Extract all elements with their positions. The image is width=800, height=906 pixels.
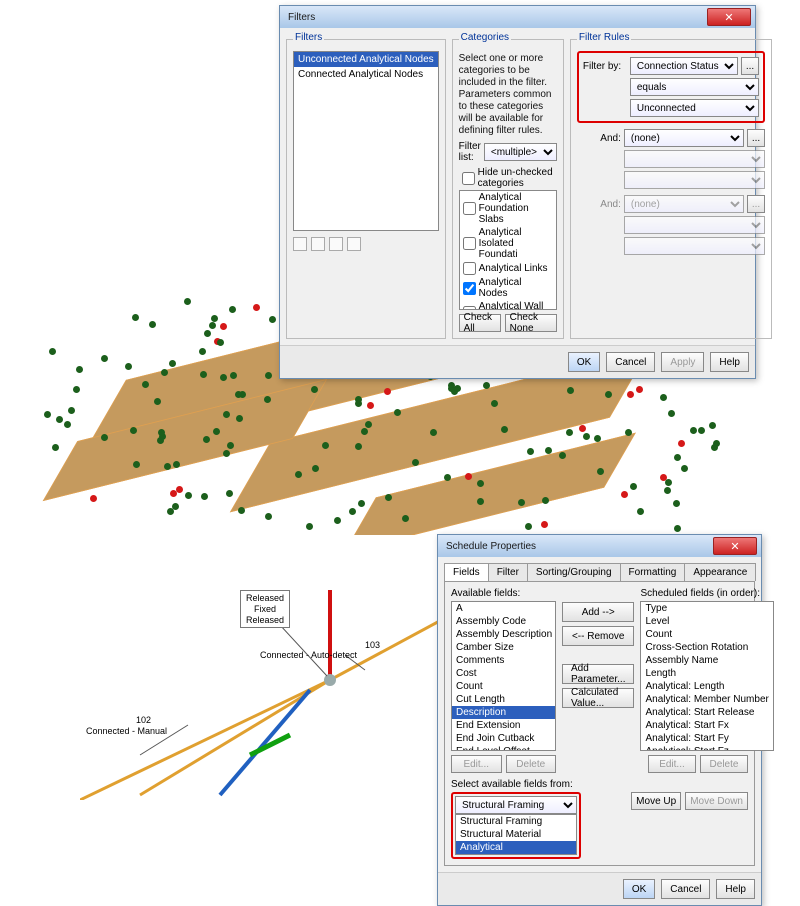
calculated-value-button[interactable]: Calculated Value... xyxy=(562,688,634,708)
filter-by-more-button[interactable]: ... xyxy=(741,57,759,75)
move-down-button: Move Down xyxy=(685,792,748,810)
ok-button[interactable]: OK xyxy=(568,352,600,372)
and-select-1[interactable]: (none) xyxy=(624,129,744,147)
select-from-highlight: Structural Framing Structural FramingStr… xyxy=(451,792,581,859)
available-fields-label: Available fields: xyxy=(451,588,556,599)
schedule-tabs: FieldsFilterSorting/GroupingFormattingAp… xyxy=(444,563,755,582)
move-up-button[interactable]: Move Up xyxy=(631,792,681,810)
and-select-2[interactable]: (none) xyxy=(624,195,744,213)
edit-available-button: Edit... xyxy=(451,755,502,773)
node-102-id: 102 xyxy=(136,715,151,725)
and-val-2 xyxy=(624,237,765,255)
filters-list[interactable]: Unconnected Analytical NodesConnected An… xyxy=(293,51,439,231)
tab-formatting[interactable]: Formatting xyxy=(620,563,686,581)
filter-rules-section-label: Filter Rules xyxy=(577,32,632,43)
add-parameter-button[interactable]: Add Parameter... xyxy=(562,664,634,684)
remove-button[interactable]: <-- Remove xyxy=(562,626,634,646)
and-more-2: ... xyxy=(747,195,765,213)
schedule-title: Schedule Properties xyxy=(446,541,536,552)
member-diagram: Released Fixed Released 103 Connected - … xyxy=(80,590,460,800)
edit-scheduled-button: Edit... xyxy=(648,755,696,773)
delete-filter-icon[interactable] xyxy=(347,237,361,251)
node-103-id: 103 xyxy=(365,640,380,650)
tab-sorting/grouping[interactable]: Sorting/Grouping xyxy=(527,563,621,581)
select-from-options[interactable]: Structural FramingStructural MaterialAna… xyxy=(455,814,577,855)
filters-titlebar: Filters ✕ xyxy=(280,6,755,28)
apply-button: Apply xyxy=(661,352,704,372)
tab-appearance[interactable]: Appearance xyxy=(684,563,756,581)
copy-filter-icon[interactable] xyxy=(311,237,325,251)
cancel-button[interactable]: Cancel xyxy=(661,879,710,899)
available-fields-list[interactable]: AAssembly CodeAssembly DescriptionCamber… xyxy=(451,601,556,751)
categories-section-label: Categories xyxy=(459,32,511,43)
and-more-1[interactable]: ... xyxy=(747,129,765,147)
ok-button[interactable]: OK xyxy=(623,879,655,899)
release-status-label: Released Fixed Released xyxy=(240,590,290,628)
node-103-status: Connected - Auto-detect xyxy=(260,650,357,660)
help-button[interactable]: Help xyxy=(716,879,755,899)
select-from-label: Select available fields from: xyxy=(451,779,748,790)
filter-by-label: Filter by: xyxy=(583,61,627,72)
help-button[interactable]: Help xyxy=(710,352,749,372)
filters-section-label: Filters xyxy=(293,32,324,43)
close-icon[interactable]: ✕ xyxy=(707,8,751,26)
and-op-2 xyxy=(624,216,765,234)
filter-list-label: Filter list: xyxy=(459,141,481,163)
and-op-1[interactable] xyxy=(624,150,765,168)
delete-scheduled-button: Delete xyxy=(700,755,748,773)
scheduled-fields-list[interactable]: TypeLevelCountCross-Section RotationAsse… xyxy=(640,601,773,751)
rename-filter-icon[interactable] xyxy=(329,237,343,251)
new-filter-icon[interactable] xyxy=(293,237,307,251)
cancel-button[interactable]: Cancel xyxy=(606,352,655,372)
and-val-1[interactable] xyxy=(624,171,765,189)
filter-rules-highlight: Filter by: Connection Status ... equals … xyxy=(577,51,765,123)
categories-description: Select one or more categories to be incl… xyxy=(459,53,557,137)
tab-filter[interactable]: Filter xyxy=(488,563,528,581)
and-label-2: And: xyxy=(577,199,621,210)
schedule-properties-dialog: Schedule Properties ✕ FieldsFilterSortin… xyxy=(437,534,762,906)
and-label-1: And: xyxy=(577,133,621,144)
categories-list[interactable]: Analytical Foundation SlabsAnalytical Is… xyxy=(459,190,557,310)
tab-fields[interactable]: Fields xyxy=(444,563,489,581)
filter-by-select[interactable]: Connection Status xyxy=(630,57,738,75)
add-button[interactable]: Add --> xyxy=(562,602,634,622)
delete-available-button: Delete xyxy=(506,755,557,773)
schedule-titlebar: Schedule Properties ✕ xyxy=(438,535,761,557)
close-icon[interactable]: ✕ xyxy=(713,537,757,555)
filter-list-select[interactable]: <multiple> xyxy=(484,143,557,161)
scheduled-fields-label: Scheduled fields (in order): xyxy=(640,588,773,599)
filters-dialog: Filters ✕ Filters Unconnected Analytical… xyxy=(279,5,756,379)
check-none-button[interactable]: Check None xyxy=(505,314,557,332)
filter-value-select[interactable]: Unconnected xyxy=(630,99,759,117)
hide-unchecked-checkbox[interactable]: Hide un-checked categories xyxy=(459,166,557,190)
select-from-dropdown[interactable]: Structural Framing xyxy=(455,796,577,814)
check-all-button[interactable]: Check All xyxy=(459,314,501,332)
filter-op-select[interactable]: equals xyxy=(630,78,759,96)
filters-title: Filters xyxy=(288,12,315,23)
node-102-status: Connected - Manual xyxy=(86,726,167,736)
